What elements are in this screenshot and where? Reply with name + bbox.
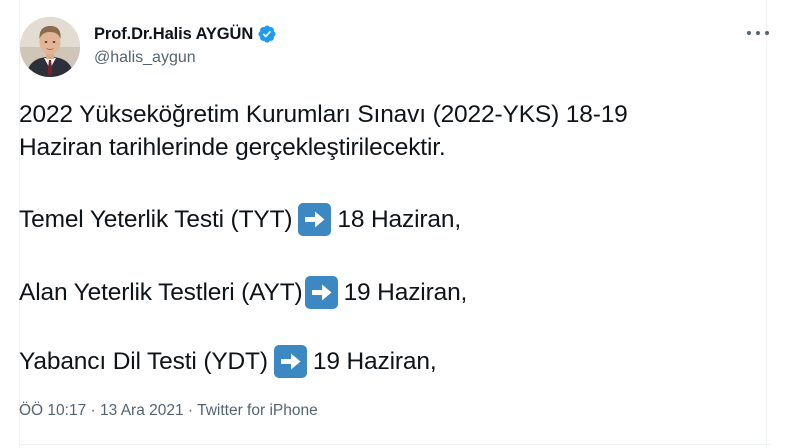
right-arrow-emoji-icon [273,345,307,378]
avatar[interactable] [20,17,80,77]
right-arrow-emoji-icon [304,276,338,309]
tweet-paragraph-line: 2022 Yükseköğretim Kurumları Sınavı (202… [19,101,628,128]
dot [765,31,769,35]
item-date: 19 Haziran, [312,348,437,375]
tweet-item-ydt: Yabancı Dil Testi (YDT) 19 Haziran, [19,345,437,378]
verified-badge-icon [257,24,277,44]
item-label: Temel Yeterlik Testi (TYT) [19,206,293,233]
more-options-icon[interactable] [747,24,769,42]
meta-separator: · [183,402,198,419]
tweet-source[interactable]: Twitter for iPhone [197,402,318,419]
item-label: Alan Yeterlik Testleri (AYT) [19,279,303,306]
author-name-row[interactable]: Prof.Dr.Halis AYGÜN [94,22,277,46]
tweet-date[interactable]: 13 Ara 2021 [100,402,184,419]
divider [20,444,771,445]
item-date: 19 Haziran, [343,279,468,306]
tweet-paragraph-line: Haziran tarihlerinde gerçekleştirilecekt… [19,134,446,161]
author-display-name[interactable]: Prof.Dr.Halis AYGÜN [94,25,253,44]
item-date: 18 Haziran, [337,206,462,233]
dot [756,31,760,35]
dot [747,31,751,35]
meta-separator: · [86,402,100,419]
author-handle[interactable]: @halis_aygun [94,49,196,67]
tweet-item-ayt: Alan Yeterlik Testleri (AYT) 19 Haziran, [19,276,467,309]
item-label: Yabancı Dil Testi (YDT) [19,348,268,375]
tweet-item-tyt: Temel Yeterlik Testi (TYT) 18 Haziran, [19,203,461,236]
tweet-time[interactable]: ÖÖ 10:17 [19,402,86,419]
tweet-text: 2022 Yükseköğretim Kurumları Sınavı (202… [19,98,744,164]
tweet-meta: ÖÖ 10:17 · 13 Ara 2021 · Twitter for iPh… [19,402,318,420]
right-arrow-emoji-icon [298,203,332,236]
